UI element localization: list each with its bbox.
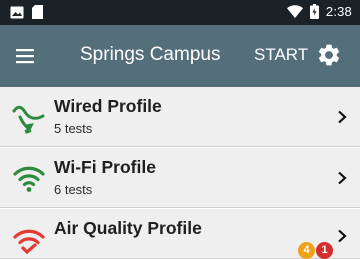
wifi-check-icon: [13, 229, 45, 255]
profile-test-count: 5 tests: [54, 121, 93, 136]
chevron-right-icon: [338, 110, 347, 124]
chevron-right-icon: [338, 171, 347, 185]
profile-test-count: 6 tests: [54, 182, 93, 197]
chevron-right-icon: [338, 229, 347, 243]
hamburger-menu-icon[interactable]: [14, 44, 38, 68]
status-time: 2:38: [325, 4, 352, 19]
profile-title: Wired Profile: [54, 96, 162, 116]
profile-title: Wi-Fi Profile: [54, 157, 156, 177]
profile-title: Air Quality Profile: [54, 218, 202, 238]
ethernet-cable-icon: [12, 105, 45, 134]
warning-count-badge: 4: [298, 242, 315, 259]
error-count-badge: 1: [316, 242, 333, 259]
list-item-wifi-profile[interactable]: Wi-Fi Profile 6 tests: [0, 148, 360, 208]
wifi-icon: [13, 166, 45, 192]
sim-card-icon: [32, 5, 43, 19]
status-left-icons: [10, 5, 43, 19]
status-right-icons: 2:38: [286, 4, 352, 19]
status-bar: 2:38: [0, 0, 360, 25]
app-bar: Springs Campus START: [0, 25, 360, 87]
battery-icon: [309, 4, 319, 19]
page-title: Springs Campus: [80, 44, 221, 65]
list-item-wired-profile[interactable]: Wired Profile 5 tests: [0, 87, 360, 147]
image-icon: [10, 6, 24, 18]
wifi-icon: [286, 5, 303, 18]
profile-list: Wired Profile 5 tests Wi-Fi Profile 6 te…: [0, 87, 360, 259]
gear-icon[interactable]: [316, 42, 342, 68]
list-item-air-quality-profile[interactable]: Air Quality Profile 4 1: [0, 209, 360, 259]
start-button[interactable]: START: [254, 45, 308, 65]
